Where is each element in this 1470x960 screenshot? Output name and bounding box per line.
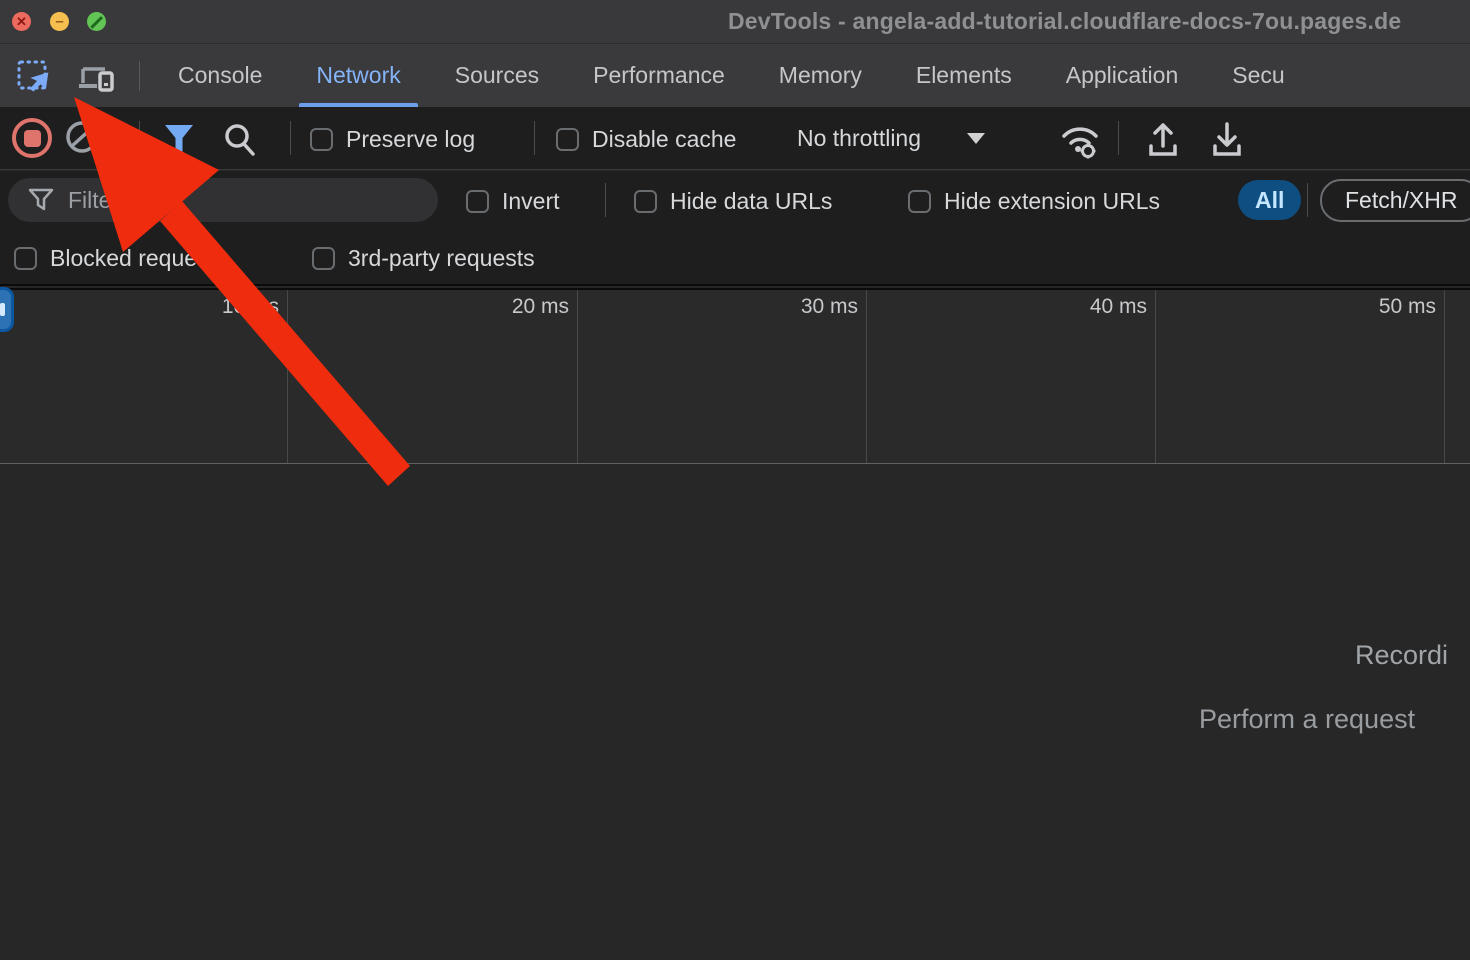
timeline-tick-label: 40 ms — [987, 295, 1147, 319]
checkbox-label: Hide data URLs — [670, 188, 832, 215]
checkbox-label: Invert — [502, 188, 560, 215]
filter-funnel-icon[interactable] — [160, 123, 198, 155]
checkbox-label: Hide extension URLs — [944, 188, 1160, 215]
hide-data-urls-checkbox[interactable]: Hide data URLs — [634, 188, 832, 215]
timeline-gridline — [866, 290, 867, 463]
filter-funnel-icon — [28, 188, 54, 212]
checkbox-label: 3rd-party requests — [348, 245, 535, 272]
network-overview-timeline[interactable]: 10 ms 20 ms 30 ms 40 ms 50 ms — [0, 288, 1470, 464]
devtools-tabbar: Console Network Sources Performance Memo… — [0, 43, 1470, 107]
checkbox-box — [310, 128, 333, 151]
network-toolbar: Preserve log Disable cache No throttling — [0, 107, 1470, 170]
export-har-icon[interactable] — [1206, 120, 1248, 160]
toolbar-divider — [290, 121, 291, 155]
toolbar-divider — [1118, 121, 1119, 155]
third-party-requests-checkbox[interactable]: 3rd-party requests — [312, 245, 535, 272]
close-button[interactable]: ✕ — [12, 12, 31, 31]
throttling-dropdown[interactable]: No throttling — [797, 107, 985, 170]
filter-input[interactable] — [68, 187, 428, 214]
devtools-window: ✕ – DevTools - angela-add-tutorial.cloud… — [0, 0, 1470, 960]
inspect-element-icon[interactable] — [16, 59, 52, 95]
filter-input-container[interactable] — [8, 178, 438, 222]
timeline-selection-handle[interactable] — [0, 287, 14, 332]
blocked-requests-checkbox[interactable]: Blocked requests — [14, 245, 226, 272]
timeline-tick-label: 10 ms — [119, 295, 279, 319]
empty-state-recording-text: Recordi — [1355, 640, 1448, 671]
tab-console[interactable]: Console — [178, 44, 262, 107]
panel-tabs: Console Network Sources Performance Memo… — [178, 44, 1285, 107]
zoom-button[interactable] — [87, 12, 106, 31]
checkbox-box — [14, 247, 37, 270]
timeline-gridline — [287, 290, 288, 463]
tab-performance[interactable]: Performance — [593, 44, 725, 107]
tab-elements[interactable]: Elements — [916, 44, 1012, 107]
toolbar-divider — [139, 121, 140, 155]
tab-application[interactable]: Application — [1066, 44, 1179, 107]
checkbox-label: Disable cache — [592, 126, 736, 153]
tab-security[interactable]: Secu — [1232, 44, 1284, 107]
window-title: DevTools - angela-add-tutorial.cloudflar… — [728, 8, 1401, 35]
network-options-bar: Blocked requests 3rd-party requests — [0, 228, 1470, 286]
timeline-gridline — [577, 290, 578, 463]
timeline-gridline — [1155, 290, 1156, 463]
filter-chip-fetch-xhr[interactable]: Fetch/XHR — [1320, 179, 1470, 222]
toolbar-divider — [139, 61, 140, 91]
toolbar-divider — [1307, 183, 1308, 217]
preserve-log-checkbox[interactable]: Preserve log — [310, 126, 475, 153]
import-har-icon[interactable] — [1142, 120, 1184, 160]
checkbox-box — [908, 190, 931, 213]
timeline-tick-label: 50 ms — [1276, 295, 1436, 319]
minimize-button[interactable]: – — [50, 12, 69, 31]
hide-extension-urls-checkbox[interactable]: Hide extension URLs — [908, 188, 1160, 215]
checkbox-box — [556, 128, 579, 151]
filter-chip-all[interactable]: All — [1238, 180, 1301, 220]
record-network-log-icon[interactable] — [12, 118, 52, 158]
network-conditions-icon[interactable] — [1056, 120, 1104, 160]
checkbox-label: Preserve log — [346, 126, 475, 153]
timeline-tick-label: 30 ms — [698, 295, 858, 319]
clear-network-log-icon[interactable] — [63, 118, 101, 156]
toolbar-divider — [605, 183, 606, 217]
timeline-tick-label: 20 ms — [409, 295, 569, 319]
tab-sources[interactable]: Sources — [455, 44, 539, 107]
invert-checkbox[interactable]: Invert — [466, 188, 560, 215]
tab-memory[interactable]: Memory — [779, 44, 862, 107]
disable-cache-checkbox[interactable]: Disable cache — [556, 126, 736, 153]
search-icon[interactable] — [221, 121, 259, 159]
empty-state-hint-text: Perform a request — [1199, 704, 1415, 735]
timeline-gridline — [1444, 290, 1445, 463]
checkbox-box — [312, 247, 335, 270]
toolbar-divider — [534, 121, 535, 155]
checkbox-box — [466, 190, 489, 213]
tab-network[interactable]: Network — [316, 44, 400, 107]
chevron-down-icon — [967, 133, 985, 144]
checkbox-label: Blocked requests — [50, 245, 226, 272]
device-toolbar-icon[interactable] — [77, 59, 117, 95]
checkbox-box — [634, 190, 657, 213]
throttling-value: No throttling — [797, 125, 921, 152]
network-filter-bar: Invert Hide data URLs Hide extension URL… — [0, 171, 1470, 228]
titlebar: ✕ – DevTools - angela-add-tutorial.cloud… — [0, 0, 1470, 43]
